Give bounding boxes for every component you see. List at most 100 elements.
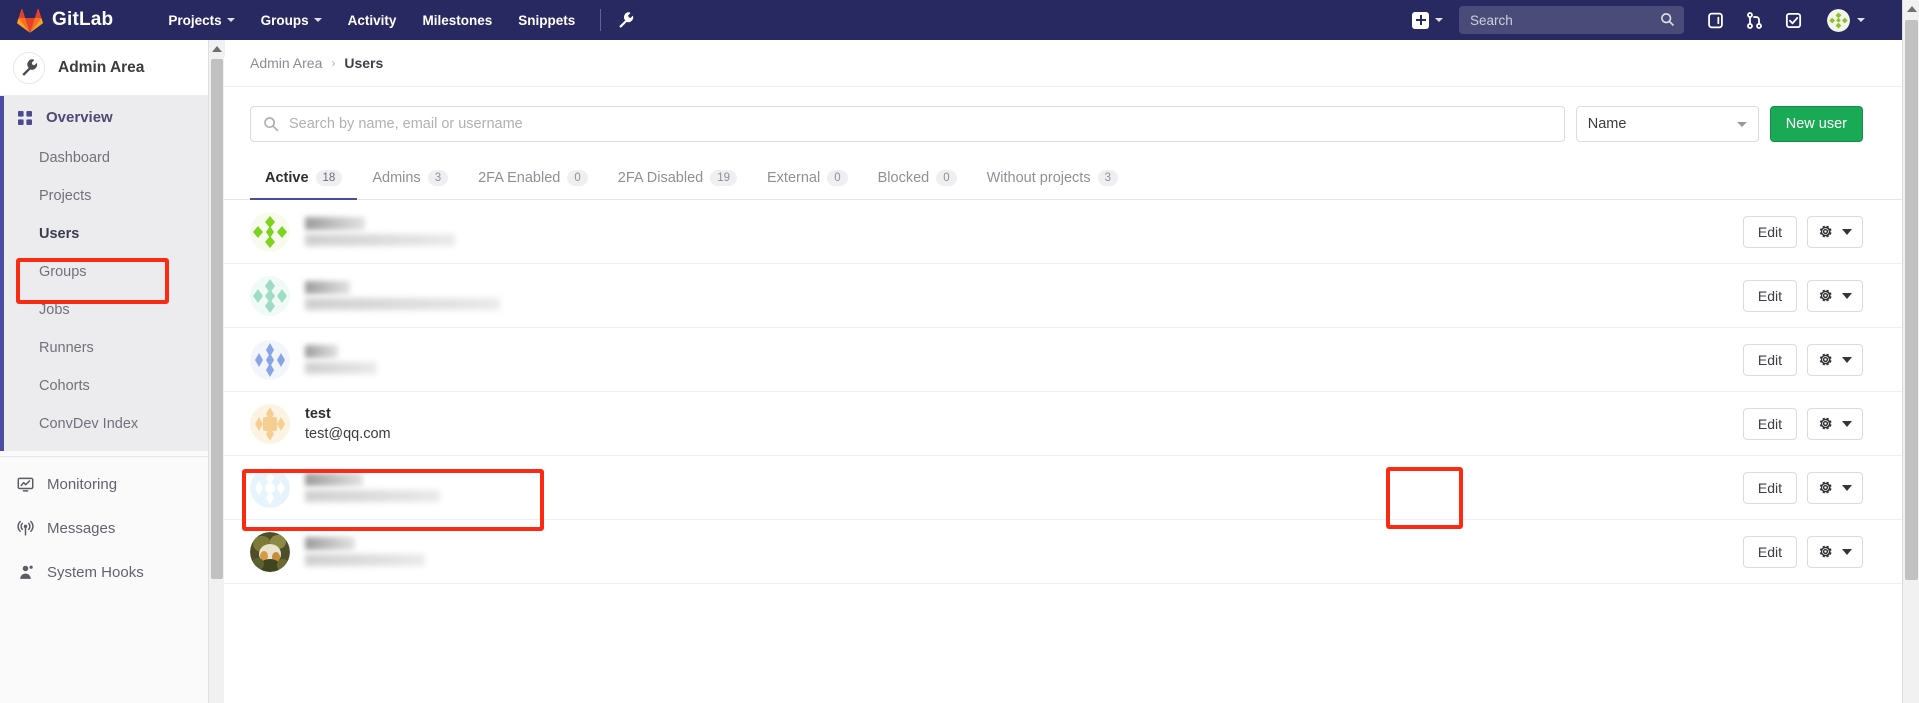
avatar xyxy=(250,531,290,572)
sidebar-messages-label: Messages xyxy=(47,519,116,537)
todos-icon-button[interactable] xyxy=(1774,5,1813,36)
sort-by-select[interactable]: Name xyxy=(1575,106,1759,142)
new-user-button[interactable]: New user xyxy=(1769,106,1863,142)
tab-active-count: 18 xyxy=(315,170,343,186)
sidebar-item-groups[interactable]: Groups xyxy=(0,253,223,291)
edit-button[interactable]: Edit xyxy=(1742,343,1797,376)
sidebar-item-runners[interactable]: Runners xyxy=(0,329,223,367)
edit-button[interactable]: Edit xyxy=(1742,471,1797,504)
sidebar-item-users[interactable]: Users xyxy=(0,215,223,253)
merge-requests-icon-button[interactable] xyxy=(1735,5,1774,36)
user-email-redacted xyxy=(305,490,440,502)
row-settings-dropdown[interactable] xyxy=(1807,343,1863,376)
sidebar-item-system-hooks[interactable]: System Hooks xyxy=(0,550,223,594)
global-search-box[interactable] xyxy=(1459,6,1684,34)
tab-2fa-disabled[interactable]: 2FA Disabled 19 xyxy=(603,160,752,200)
chevron-down-icon xyxy=(226,18,235,22)
row-settings-dropdown[interactable] xyxy=(1807,407,1863,440)
sidebar-monitoring-label: Monitoring xyxy=(47,475,118,493)
breadcrumb: Admin Area › Users xyxy=(224,40,1903,87)
user-email-redacted xyxy=(305,362,377,374)
user-search-input[interactable] xyxy=(279,116,1564,132)
sidebar-system-hooks-label: System Hooks xyxy=(47,563,144,581)
sidebar-item-convdev-index[interactable]: ConvDev Index xyxy=(0,405,223,443)
avatar xyxy=(250,467,290,508)
tab-external-count: 0 xyxy=(827,170,848,186)
sidebar-scroll-up-arrow[interactable] xyxy=(209,40,225,57)
nav-link-groups-label: Groups xyxy=(260,12,309,28)
tab-2fa-enabled[interactable]: 2FA Enabled 0 xyxy=(463,160,603,200)
gitlab-tanuki-logo-icon xyxy=(17,8,43,33)
todos-icon xyxy=(1785,12,1802,28)
row-settings-dropdown[interactable] xyxy=(1807,279,1863,312)
sidebar-scrollbar[interactable] xyxy=(208,40,225,703)
page-scroll-thumb[interactable] xyxy=(1905,20,1918,580)
table-row: Edit xyxy=(224,264,1903,328)
top-navbar: GitLab Projects Groups Activity Mileston… xyxy=(0,0,1919,40)
tab-active[interactable]: Active 18 xyxy=(250,160,358,200)
tab-2fa-enabled-label: 2FA Enabled xyxy=(478,170,561,186)
sidebar-item-messages[interactable]: Messages xyxy=(0,506,223,550)
sidebar-item-projects[interactable]: Projects xyxy=(0,177,223,215)
gitlab-brand-text: GitLab xyxy=(52,9,114,30)
gitlab-home-link[interactable]: GitLab xyxy=(17,8,113,33)
user-email-redacted xyxy=(305,234,455,246)
nav-admin-area-button[interactable] xyxy=(611,3,641,37)
caret-down-icon xyxy=(1842,420,1852,427)
nav-link-groups[interactable]: Groups xyxy=(248,3,335,38)
edit-button-test-user[interactable]: Edit xyxy=(1742,407,1797,440)
navbar-divider xyxy=(600,9,602,31)
row-settings-dropdown[interactable] xyxy=(1807,471,1863,504)
breadcrumb-admin-area[interactable]: Admin Area xyxy=(250,55,322,71)
tab-admins[interactable]: Admins 3 xyxy=(357,160,463,200)
sidebar-item-cohorts[interactable]: Cohorts xyxy=(0,367,223,405)
nav-link-snippets[interactable]: Snippets xyxy=(505,3,588,38)
sidebar-item-jobs[interactable]: Jobs xyxy=(0,291,223,329)
page-scrollbar[interactable] xyxy=(1902,0,1919,703)
chevron-down-icon xyxy=(1736,121,1747,127)
nav-link-milestones[interactable]: Milestones xyxy=(409,3,505,38)
caret-down-icon xyxy=(1842,292,1852,299)
nav-link-activity[interactable]: Activity xyxy=(335,3,410,38)
sidebar-item-monitoring[interactable]: Monitoring xyxy=(0,462,223,506)
issues-icon xyxy=(1708,12,1723,28)
sort-by-value: Name xyxy=(1587,116,1627,132)
sidebar-item-dashboard[interactable]: Dashboard xyxy=(0,139,223,177)
nav-link-snippets-label: Snippets xyxy=(518,12,576,28)
global-search-input[interactable] xyxy=(1459,12,1684,28)
sidebar-scroll-thumb[interactable] xyxy=(211,59,223,579)
new-item-menu-button[interactable] xyxy=(1405,7,1450,34)
tab-without-projects-count: 3 xyxy=(1097,170,1118,186)
row-settings-dropdown[interactable] xyxy=(1807,215,1863,248)
issues-icon-button[interactable] xyxy=(1696,5,1735,36)
search-icon xyxy=(264,117,279,132)
user-name-redacted xyxy=(305,217,365,230)
nav-link-projects[interactable]: Projects xyxy=(155,3,247,38)
tab-blocked-count: 0 xyxy=(936,170,957,186)
navbar-links: Projects Groups Activity Milestones Snip… xyxy=(155,3,641,38)
sidebar-item-overview[interactable]: Overview xyxy=(0,96,223,139)
tab-without-projects[interactable]: Without projects 3 xyxy=(972,160,1133,200)
gear-icon xyxy=(1819,225,1832,238)
sidebar-header[interactable]: Admin Area xyxy=(0,40,223,96)
row-settings-dropdown[interactable] xyxy=(1807,535,1863,568)
tab-external[interactable]: External 0 xyxy=(752,160,863,200)
user-search-box[interactable] xyxy=(250,106,1565,142)
user-info xyxy=(305,281,500,310)
users-toolbar: Name New user xyxy=(224,87,1903,142)
table-row: Edit xyxy=(224,456,1903,520)
gear-icon xyxy=(1819,289,1832,302)
edit-button[interactable]: Edit xyxy=(1742,535,1797,568)
user-menu-button[interactable] xyxy=(1813,5,1871,36)
tab-blocked[interactable]: Blocked 0 xyxy=(863,160,972,200)
tab-2fa-enabled-count: 0 xyxy=(567,170,588,186)
hook-icon xyxy=(20,565,33,579)
user-name-redacted xyxy=(305,345,338,358)
page-scroll-up-arrow[interactable] xyxy=(1903,0,1919,17)
monitor-icon xyxy=(17,477,34,492)
sidebar-wrench-badge xyxy=(13,51,45,84)
tab-active-label: Active xyxy=(265,170,309,186)
edit-button[interactable]: Edit xyxy=(1742,279,1797,312)
row-actions: Edit xyxy=(1742,471,1863,504)
edit-button[interactable]: Edit xyxy=(1742,215,1797,248)
